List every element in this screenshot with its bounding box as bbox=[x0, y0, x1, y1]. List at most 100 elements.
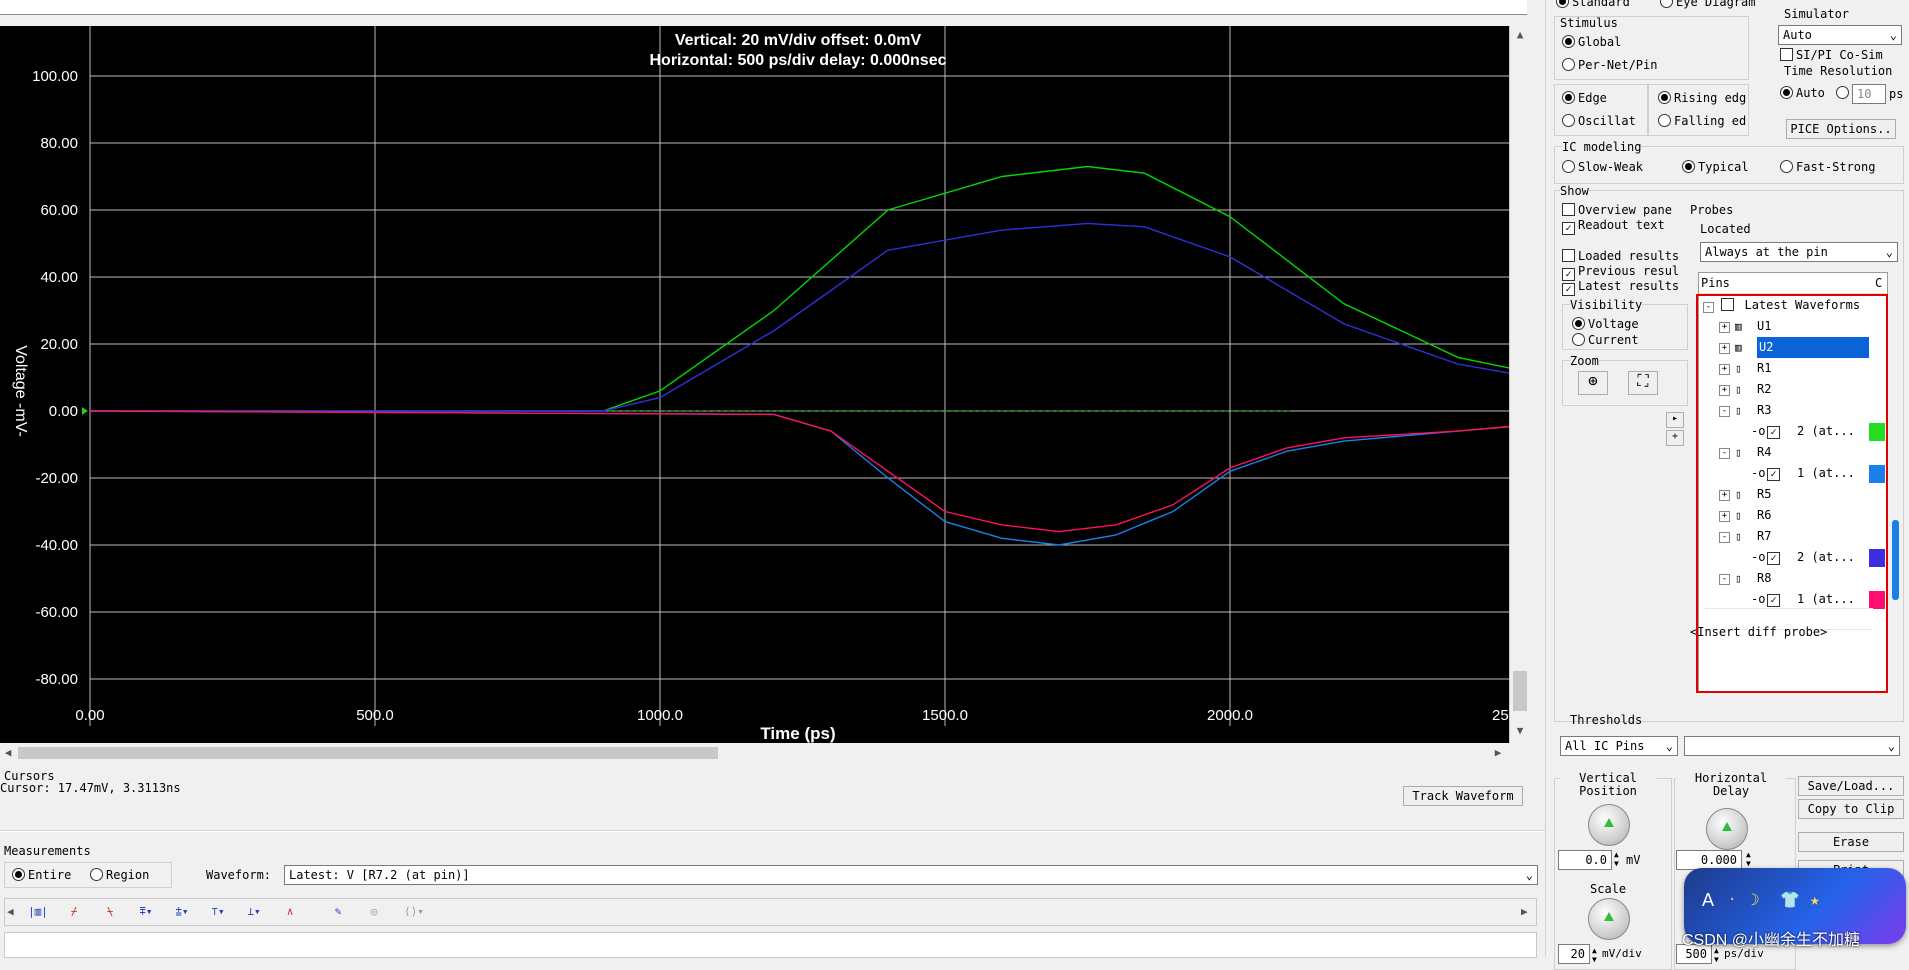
undershoot-icon[interactable]: ⩲▾ bbox=[169, 900, 195, 924]
vscroll-thumb[interactable] bbox=[1513, 671, 1527, 711]
erase-button[interactable]: Erase bbox=[1798, 832, 1904, 852]
waveform-plot[interactable]: 100.00 80.00 60.00 40.00 20.00 0.00 -20.00 -40.… bbox=[0, 26, 1509, 743]
thresholds-detail-select[interactable]: ⌄ bbox=[1684, 736, 1900, 756]
plot-horizontal-scrollbar[interactable]: ◀ ▶ bbox=[0, 743, 1509, 763]
waveform-color-swatch[interactable] bbox=[1869, 465, 1885, 483]
add-probe-icon[interactable]: + bbox=[1666, 430, 1684, 446]
standard-radio[interactable]: Standard bbox=[1556, 0, 1630, 9]
waveform-canvas[interactable]: 100.00 80.00 60.00 40.00 20.00 0.00 -20.00 -40.… bbox=[0, 26, 1509, 743]
overview-pane-checkbox[interactable]: Overview pane bbox=[1562, 203, 1672, 217]
edge-radio[interactable]: Edge bbox=[1562, 91, 1607, 105]
pin-checkbox[interactable]: ✓ bbox=[1767, 552, 1780, 565]
vertical-scale-input[interactable]: 20 bbox=[1558, 944, 1590, 964]
vertical-position-input[interactable]: 0.0 bbox=[1558, 850, 1612, 870]
overshoot-icon[interactable]: ⩱▾ bbox=[133, 900, 159, 924]
readout-text-checkbox[interactable]: ✓ Readout text bbox=[1562, 218, 1665, 235]
pin-checkbox[interactable]: ✓ bbox=[1767, 426, 1780, 439]
vpos-spinner-icon[interactable]: ▲ ▼ bbox=[1614, 850, 1619, 868]
global-radio[interactable]: Global bbox=[1562, 35, 1621, 49]
ime-dot-icon[interactable]: · bbox=[1728, 892, 1736, 908]
ime-shirt-icon[interactable]: 👕 bbox=[1780, 890, 1800, 909]
slew-icon[interactable]: ∧ bbox=[277, 900, 303, 924]
loaded-results-checkbox[interactable]: Loaded results bbox=[1562, 249, 1679, 263]
ime-moon-icon[interactable]: ☽ bbox=[1750, 890, 1760, 909]
zoom-fit-icon[interactable]: ⛶ bbox=[1628, 371, 1658, 395]
scroll-down-icon[interactable]: ▼ bbox=[1512, 724, 1528, 737]
thresholds-select[interactable]: All IC Pins ⌄ bbox=[1560, 736, 1678, 756]
eye-measure-icon[interactable]: ◎ bbox=[361, 900, 387, 924]
latest-results-checkbox[interactable]: ✓ Latest results bbox=[1562, 279, 1679, 296]
simulator-select[interactable]: Auto ⌄ bbox=[1778, 25, 1902, 45]
voltage-radio[interactable]: Voltage bbox=[1572, 317, 1639, 331]
tree-component-row[interactable]: + ▯ R5 bbox=[1699, 484, 1887, 505]
spice-options-button[interactable]: PICE Options.. bbox=[1786, 119, 1896, 139]
panel-splitter[interactable] bbox=[1545, 0, 1546, 956]
collapse-icon[interactable]: - bbox=[1719, 574, 1730, 585]
region-radio[interactable]: Region bbox=[90, 868, 149, 882]
tree-component-row[interactable]: + ▯ R2 bbox=[1699, 379, 1887, 400]
hold-icon[interactable]: ⊥▾ bbox=[241, 900, 267, 924]
waveform-color-swatch[interactable] bbox=[1869, 549, 1885, 567]
tree-component-row[interactable]: + ▥ U2 bbox=[1699, 337, 1887, 358]
tree-pin-row[interactable]: -o ✓ 1 (at... bbox=[1699, 589, 1887, 610]
ime-letter-icon[interactable]: A bbox=[1702, 890, 1714, 911]
toolbar-left-icon[interactable]: ◀ bbox=[7, 905, 14, 918]
oscillator-radio[interactable]: Oscillat bbox=[1562, 114, 1636, 128]
plot-vertical-scrollbar[interactable]: ▲ ▼ bbox=[1509, 26, 1530, 743]
current-radio[interactable]: Current bbox=[1572, 333, 1639, 347]
insert-diff-probe[interactable]: <Insert diff probe> bbox=[1690, 625, 1827, 639]
collapse-icon[interactable]: - bbox=[1719, 406, 1730, 417]
scroll-right-icon[interactable]: ▶ bbox=[1492, 746, 1504, 759]
tree-pin-row[interactable]: -o ✓ 2 (at... bbox=[1699, 547, 1887, 568]
expand-icon[interactable]: + bbox=[1719, 343, 1730, 354]
manual-resolution-radio[interactable] bbox=[1836, 86, 1852, 100]
tree-scroll-thumb[interactable] bbox=[1892, 520, 1899, 600]
resolution-input[interactable]: 10 bbox=[1852, 84, 1886, 104]
copy-to-clip-button[interactable]: Copy to Clip bbox=[1798, 799, 1904, 819]
toolbar-right-icon[interactable]: ▶ bbox=[1521, 905, 1528, 918]
tree-pin-row[interactable]: -o ✓ 1 (at... bbox=[1699, 463, 1887, 484]
expand-icon[interactable]: + bbox=[1719, 322, 1730, 333]
expand-icon[interactable]: + bbox=[1719, 490, 1730, 501]
per-net-radio[interactable]: Per-Net/Pin bbox=[1562, 58, 1657, 72]
tree-component-row[interactable]: + ▥ U1 bbox=[1699, 316, 1887, 337]
tree-component-row[interactable]: - ▯ R7 bbox=[1699, 526, 1887, 547]
rise-time-icon[interactable]: ⌿ bbox=[61, 900, 87, 924]
waveform-color-swatch[interactable] bbox=[1869, 591, 1885, 609]
track-waveform-button[interactable]: Track Waveform bbox=[1403, 786, 1523, 806]
hdelay-spinner-icon[interactable]: ▲ ▼ bbox=[1746, 850, 1751, 868]
typical-radio[interactable]: Typical bbox=[1682, 160, 1749, 174]
expand-icon[interactable]: + bbox=[1719, 364, 1730, 375]
pin-checkbox[interactable]: ✓ bbox=[1767, 468, 1780, 481]
si-pi-cosim-checkbox[interactable]: SI/PI Co-Sim bbox=[1780, 48, 1883, 62]
rising-edge-radio[interactable]: Rising edg bbox=[1658, 91, 1746, 105]
ime-star-icon[interactable]: ★ bbox=[1810, 890, 1820, 909]
tree-component-row[interactable]: + ▯ R1 bbox=[1699, 358, 1887, 379]
eye-diagram-icon[interactable]: ⟨⟩▾ bbox=[401, 900, 427, 924]
scroll-up-icon[interactable]: ▲ bbox=[1512, 28, 1528, 41]
collapse-icon[interactable]: - bbox=[1719, 532, 1730, 543]
setup-icon[interactable]: ⊤▾ bbox=[205, 900, 231, 924]
zoom-in-icon[interactable]: ⊕ bbox=[1578, 371, 1608, 395]
collapse-icon[interactable]: - bbox=[1703, 302, 1714, 313]
tree-pin-row[interactable]: -o ✓ 2 (at... bbox=[1699, 421, 1887, 442]
vertical-position-knob[interactable] bbox=[1588, 804, 1630, 846]
auto-resolution-radio[interactable]: Auto bbox=[1780, 86, 1825, 100]
tree-component-row[interactable]: + ▯ R6 bbox=[1699, 505, 1887, 526]
slow-weak-radio[interactable]: Slow-Weak bbox=[1562, 160, 1643, 174]
tree-component-row[interactable]: - ▯ R8 bbox=[1699, 568, 1887, 589]
scale-spinner-icon[interactable]: ▲ ▼ bbox=[1592, 946, 1597, 964]
scroll-left-icon[interactable]: ◀ bbox=[2, 746, 14, 759]
entire-radio[interactable]: Entire bbox=[12, 868, 71, 882]
pin-checkbox[interactable]: ✓ bbox=[1767, 594, 1780, 607]
located-select[interactable]: Always at the pin ⌄ bbox=[1700, 242, 1898, 262]
tree-root[interactable]: - Latest Waveforms bbox=[1703, 295, 1860, 316]
fall-time-icon[interactable]: ⍀ bbox=[97, 900, 123, 924]
period-icon[interactable]: |▥| bbox=[25, 900, 51, 924]
expand-panel-icon[interactable]: ▸ bbox=[1666, 412, 1684, 428]
eye-diagram-radio[interactable]: Eye Diagram bbox=[1660, 0, 1755, 9]
tree-component-row[interactable]: - ▯ R4 bbox=[1699, 442, 1887, 463]
horizontal-delay-input[interactable]: 0.000 bbox=[1676, 850, 1742, 870]
measure-pen-icon[interactable]: ✎ bbox=[325, 900, 351, 924]
falling-edge-radio[interactable]: Falling ed bbox=[1658, 114, 1746, 128]
